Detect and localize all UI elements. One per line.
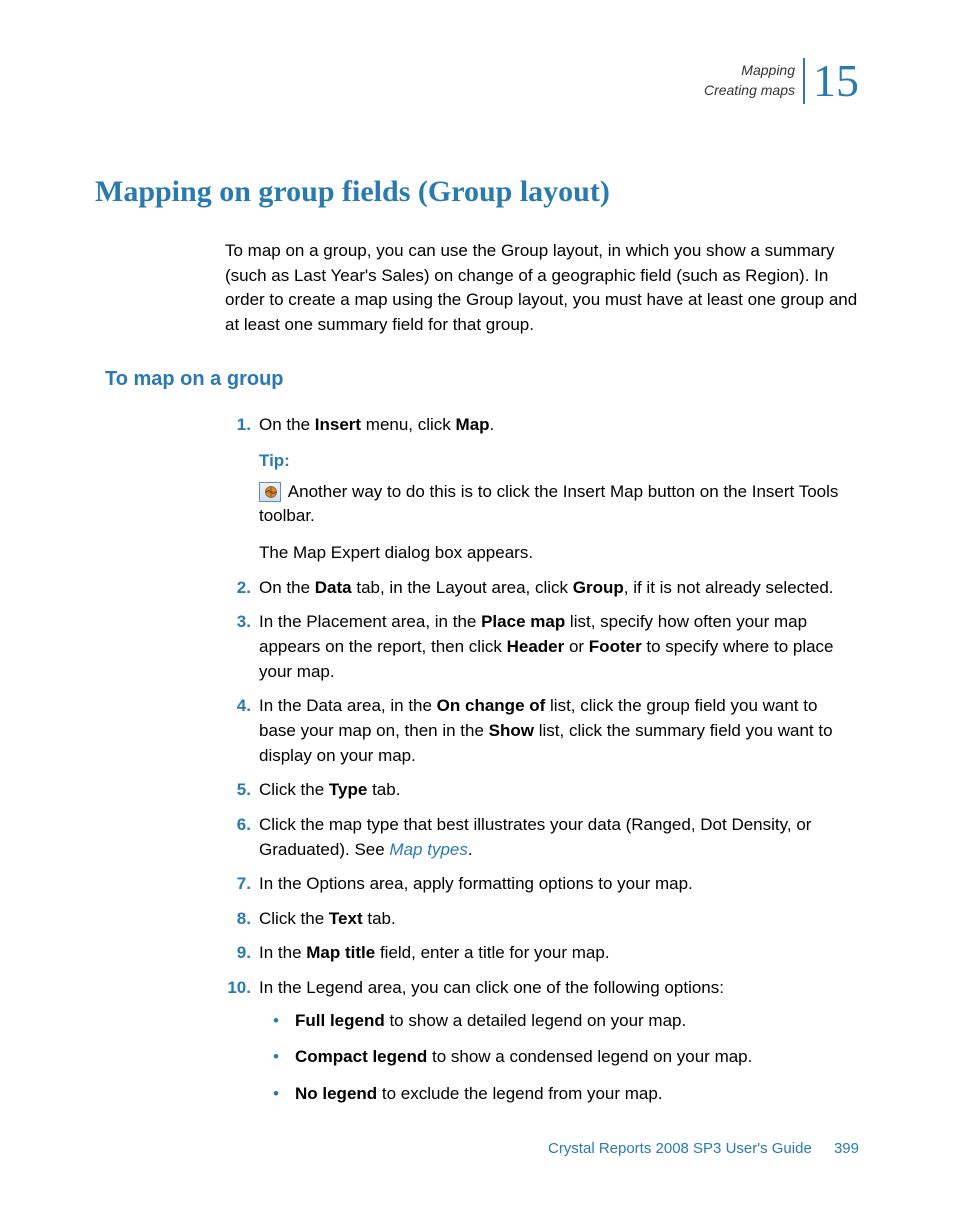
step-1-result: The Map Expert dialog box appears. (259, 541, 859, 566)
header-breadcrumb: Mapping Creating maps (704, 61, 795, 100)
steps-list: On the Insert menu, click Map. Tip: Anot… (225, 413, 859, 1107)
step-6: Click the map type that best illustrates… (225, 813, 859, 862)
header-line2: Creating maps (704, 81, 795, 101)
insert-map-icon (259, 482, 281, 502)
page-title: Mapping on group fields (Group layout) (95, 175, 859, 209)
footer-title: Crystal Reports 2008 SP3 User's Guide (548, 1140, 812, 1157)
step-7: In the Options area, apply formatting op… (225, 872, 859, 897)
tip-label: Tip: (259, 449, 859, 474)
legend-option-none: No legend to exclude the legend from you… (259, 1082, 859, 1107)
step-3: In the Placement area, in the Place map … (225, 610, 859, 684)
step-9: In the Map title field, enter a title fo… (225, 941, 859, 966)
chapter-number: 15 (803, 58, 859, 104)
step-4: In the Data area, in the On change of li… (225, 694, 859, 768)
intro-paragraph: To map on a group, you can use the Group… (225, 239, 859, 338)
step-2: On the Data tab, in the Layout area, cli… (225, 576, 859, 601)
step-10: In the Legend area, you can click one of… (225, 976, 859, 1107)
header-line1: Mapping (704, 61, 795, 81)
step-5: Click the Type tab. (225, 778, 859, 803)
page-footer: Crystal Reports 2008 SP3 User's Guide 39… (548, 1140, 859, 1157)
legend-options: Full legend to show a detailed legend on… (259, 1009, 859, 1107)
step-8: Click the Text tab. (225, 907, 859, 932)
tip-body: Another way to do this is to click the I… (259, 480, 859, 529)
legend-option-compact: Compact legend to show a condensed legen… (259, 1045, 859, 1070)
map-types-link[interactable]: Map types (389, 840, 467, 859)
step-1: On the Insert menu, click Map. Tip: Anot… (225, 413, 859, 566)
legend-option-full: Full legend to show a detailed legend on… (259, 1009, 859, 1034)
section-heading: To map on a group (105, 368, 859, 391)
page-header: Mapping Creating maps 15 (704, 58, 859, 104)
page-number: 399 (834, 1140, 859, 1157)
